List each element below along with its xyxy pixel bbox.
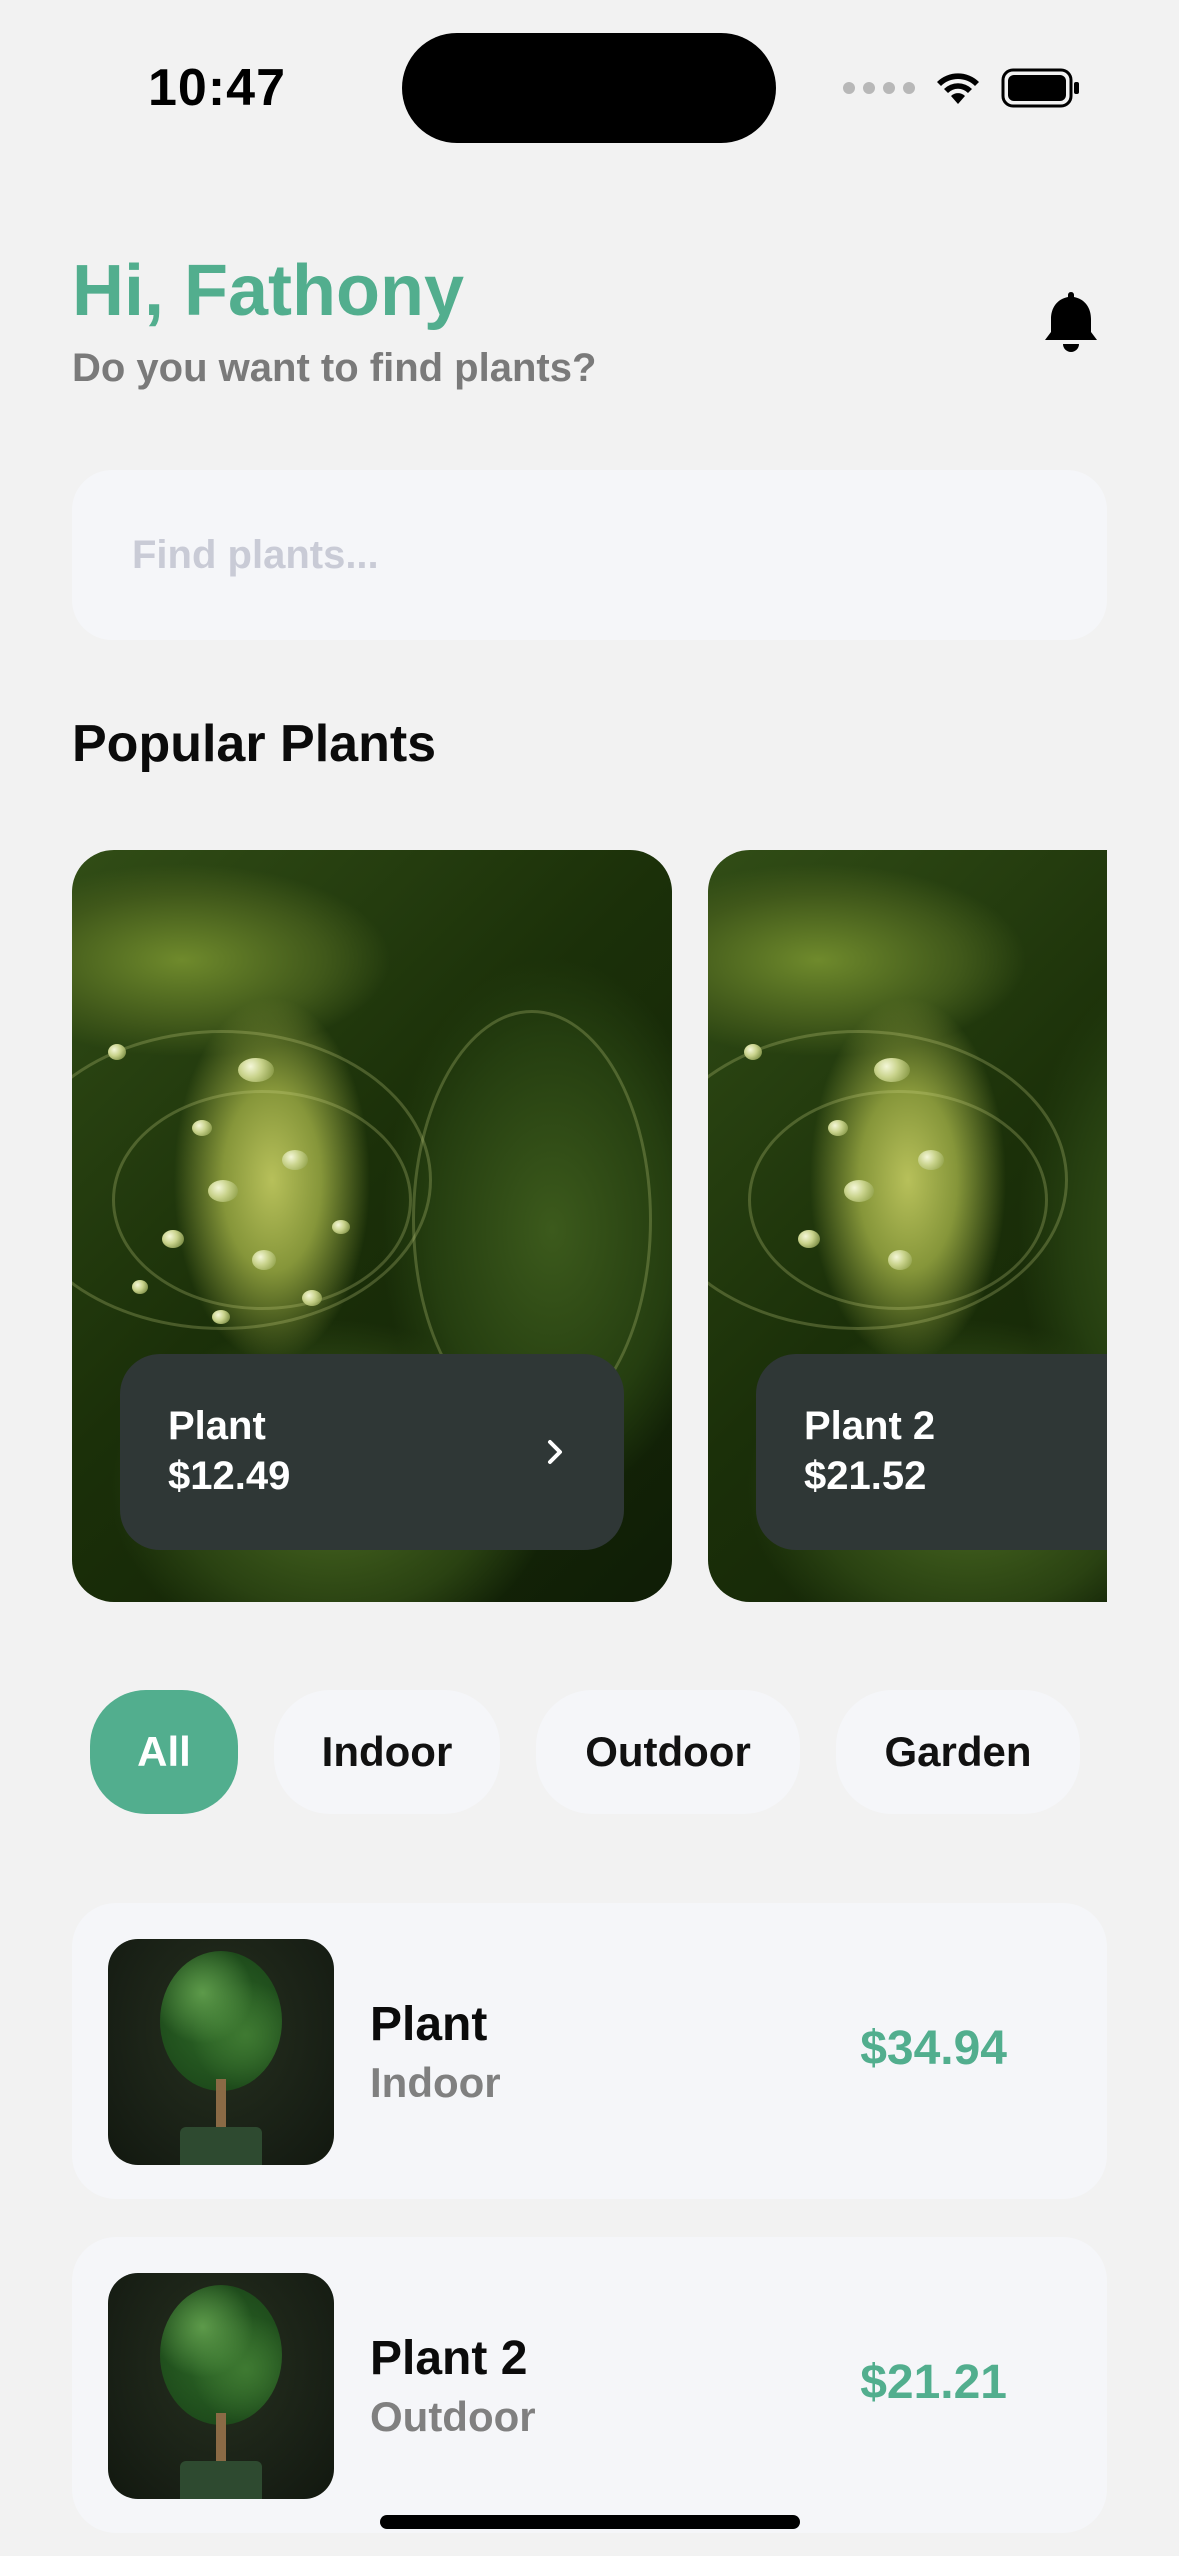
greeting-subtitle: Do you want to find plants? [72,346,597,390]
plant-card-label: Plant $12.49 [120,1354,624,1550]
plant-card-label: Plant 2 $21.52 [756,1354,1107,1550]
plant-thumbnail [108,1939,334,2165]
cellular-signal-icon [843,82,915,94]
category-filter: All Indoor Outdoor Garden [90,1690,1080,1814]
search-input[interactable] [132,532,1032,578]
category-chip-indoor[interactable]: Indoor [274,1690,500,1814]
chevron-right-icon[interactable] [544,1434,568,1470]
plant-card-name: Plant 2 [804,1404,936,1448]
plant-list-item[interactable]: Plant Indoor $34.94 [72,1903,1107,2199]
home-indicator[interactable] [380,2515,800,2529]
plant-item-price: $34.94 [860,2022,1007,2075]
popular-plants-title: Popular Plants [72,715,437,773]
wifi-icon [935,70,981,106]
status-indicators [843,66,1081,110]
status-time: 10:47 [148,59,286,117]
plant-thumbnail [108,2273,334,2499]
popular-plant-card[interactable]: Plant $12.49 [72,850,672,1602]
dynamic-island [402,33,776,143]
greeting-title: Hi, Fathony [72,251,464,331]
plant-item-category: Indoor [370,2059,501,2106]
search-bar [72,470,1107,640]
category-chip-all[interactable]: All [90,1690,238,1814]
category-chip-garden[interactable]: Garden [836,1690,1080,1814]
plant-item-price: $21.21 [860,2356,1007,2409]
popular-plants-carousel[interactable]: Plant $12.49 Plant 2 $21.52 [72,850,1107,1602]
plant-card-price: $21.52 [804,1454,927,1498]
popular-plant-card[interactable]: Plant 2 $21.52 [708,850,1107,1602]
plant-item-name: Plant 2 [370,2332,528,2385]
plant-item-name: Plant [370,1998,488,2051]
plant-item-category: Outdoor [370,2393,536,2440]
category-chip-outdoor[interactable]: Outdoor [536,1690,800,1814]
plant-list-item[interactable]: Plant 2 Outdoor $21.21 [72,2237,1107,2533]
battery-icon [1001,68,1081,108]
bell-icon[interactable] [1042,288,1100,354]
